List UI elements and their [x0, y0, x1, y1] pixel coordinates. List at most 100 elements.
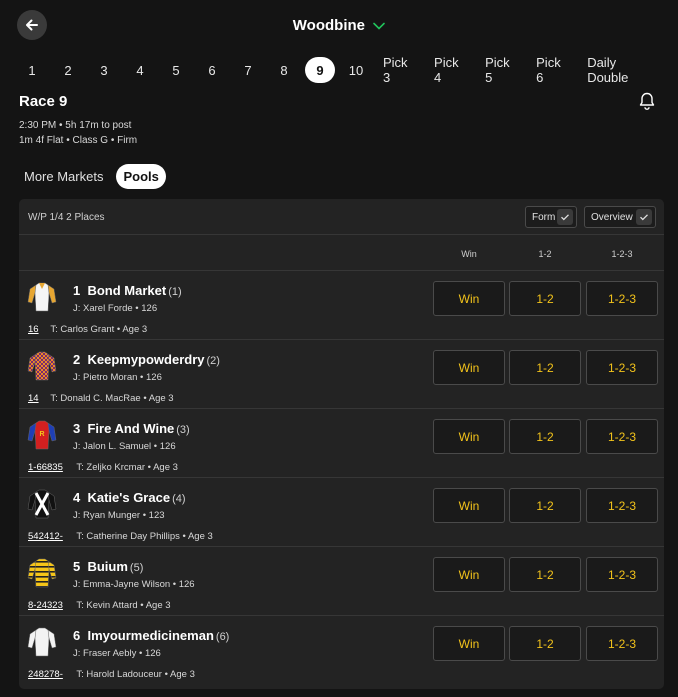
- runner-barrier: (3): [176, 424, 190, 436]
- runner-row: 6 Imyourmedicineman (6) J: Fraser Aebly • …: [19, 616, 664, 685]
- jockey-info: J: Jalon L. Samuel • 126: [73, 441, 176, 452]
- jockey-info: J: Xarel Forde • 126: [73, 303, 158, 314]
- runner-name[interactable]: 5 Buium (5): [73, 559, 143, 574]
- bet-win-button[interactable]: Win: [433, 281, 505, 316]
- silk-icon: [27, 556, 57, 588]
- runner-row: R3 Fire And Wine (3) J: Jalon L. Samuel • …: [19, 409, 664, 478]
- jockey-info: J: Emma-Jayne Wilson • 126: [73, 579, 195, 590]
- panel-toolbar: W/P 1/4 2 Places Form Overview: [19, 199, 664, 235]
- race-tab[interactable]: 7: [233, 57, 263, 83]
- runner-horse: Katie's Grace: [87, 490, 171, 505]
- race-details: 1m 4f Flat • Class G • Firm: [19, 135, 138, 146]
- pool-label: W/P 1/4 2 Places: [28, 212, 105, 223]
- race-tab[interactable]: Pick 5: [479, 55, 524, 85]
- bet-exacta-button[interactable]: 1-2: [509, 281, 581, 316]
- trainer-info: T: Donald C. MacRae • Age 3: [50, 393, 174, 404]
- tab-pools[interactable]: Pools: [116, 164, 166, 189]
- bet-exacta-button[interactable]: 1-2: [509, 626, 581, 661]
- silk-icon: R: [27, 418, 57, 450]
- bet-exacta-button[interactable]: 1-2: [509, 557, 581, 592]
- trainer-info: T: Zeljko Krcmar • Age 3: [76, 462, 178, 473]
- bet-trifecta-button[interactable]: 1-2-3: [586, 419, 658, 454]
- column-headers: Win 1-2 1-2-3: [19, 235, 664, 271]
- runner-number: 5: [73, 559, 81, 574]
- race-tab[interactable]: 9: [305, 57, 335, 83]
- runner-horse: Fire And Wine: [87, 421, 175, 436]
- jockey-info: J: Pietro Moran • 126: [73, 372, 162, 383]
- bet-win-button[interactable]: Win: [433, 557, 505, 592]
- form-link[interactable]: 14: [28, 393, 39, 404]
- bet-trifecta-button[interactable]: 1-2-3: [586, 557, 658, 592]
- race-tab[interactable]: Daily Double: [581, 55, 662, 85]
- form-link[interactable]: 1-66835: [28, 462, 63, 473]
- bet-win-button[interactable]: Win: [433, 419, 505, 454]
- overview-toggle-label: Overview: [591, 211, 633, 223]
- runner-row: 1 Bond Market (1) J: Xarel Forde • 126 16 T:…: [19, 271, 664, 340]
- trainer-info: T: Catherine Day Phillips • Age 3: [76, 531, 213, 542]
- race-tab[interactable]: 6: [197, 57, 227, 83]
- race-tab[interactable]: 3: [89, 57, 119, 83]
- runner-name[interactable]: 4 Katie's Grace (4): [73, 490, 186, 505]
- form-link[interactable]: 8-24323: [28, 600, 63, 611]
- runner-number: 4: [73, 490, 81, 505]
- runner-row: 2 Keepmypowderdry (2) J: Pietro Moran • 12…: [19, 340, 664, 409]
- bet-win-button[interactable]: Win: [433, 626, 505, 661]
- form-toggle-label: Form: [532, 211, 556, 223]
- bet-trifecta-button[interactable]: 1-2-3: [586, 488, 658, 523]
- trainer-info: T: Kevin Attard • Age 3: [76, 600, 171, 611]
- race-tab[interactable]: Pick 4: [428, 55, 473, 85]
- runner-list: 1 Bond Market (1) J: Xarel Forde • 126 16 T:…: [19, 271, 664, 685]
- race-tab[interactable]: 10: [341, 57, 371, 83]
- bet-exacta-button[interactable]: 1-2: [509, 488, 581, 523]
- form-toggle[interactable]: Form: [525, 206, 577, 228]
- runner-horse: Buium: [87, 559, 128, 574]
- bet-exacta-button[interactable]: 1-2: [509, 419, 581, 454]
- header: Woodbine: [0, 10, 678, 44]
- bet-win-button[interactable]: Win: [433, 488, 505, 523]
- jockey-info: J: Ryan Munger • 123: [73, 510, 165, 521]
- bet-trifecta-button[interactable]: 1-2-3: [586, 626, 658, 661]
- col-win: Win: [461, 249, 477, 259]
- col-trifecta: 1-2-3: [611, 249, 633, 259]
- silk-icon: [27, 625, 57, 657]
- runner-name[interactable]: 3 Fire And Wine (3): [73, 421, 190, 436]
- runner-number: 2: [73, 352, 81, 367]
- race-tab[interactable]: Pick 6: [530, 55, 575, 85]
- race-tab[interactable]: 4: [125, 57, 155, 83]
- runner-barrier: (6): [215, 631, 230, 643]
- bell-icon[interactable]: [637, 91, 657, 111]
- form-link[interactable]: 248278-: [28, 669, 63, 680]
- venue-name: Woodbine: [292, 17, 366, 34]
- form-link[interactable]: 542412-: [28, 531, 63, 542]
- bet-exacta-button[interactable]: 1-2: [509, 350, 581, 385]
- runner-horse: Keepmypowderdry: [87, 352, 205, 367]
- race-tab[interactable]: 2: [53, 57, 83, 83]
- runner-name[interactable]: 6 Imyourmedicineman (6): [73, 628, 229, 643]
- race-tab[interactable]: 8: [269, 57, 299, 83]
- runner-number: 3: [73, 421, 81, 436]
- tab-more-markets[interactable]: More Markets: [19, 165, 108, 188]
- silk-icon: [27, 349, 57, 381]
- runner-number: 1: [73, 283, 81, 298]
- bet-trifecta-button[interactable]: 1-2-3: [586, 281, 658, 316]
- form-link[interactable]: 16: [28, 324, 39, 335]
- race-tab[interactable]: Pick 3: [377, 55, 422, 85]
- bet-trifecta-button[interactable]: 1-2-3: [586, 350, 658, 385]
- jockey-info: J: Fraser Aebly • 126: [73, 648, 161, 659]
- runner-barrier: (4): [172, 493, 186, 505]
- venue-selector[interactable]: Woodbine: [0, 17, 678, 34]
- race-tabs: 1 2 3 4 5 6 7 8 9 10 Pick 3 Pick 4 Pick 5 Pick 6 Daily…: [17, 55, 668, 85]
- trainer-info: T: Carlos Grant • Age 3: [50, 324, 148, 335]
- runner-barrier: (1): [168, 286, 182, 298]
- race-tab[interactable]: 1: [17, 57, 47, 83]
- runner-number: 6: [73, 628, 81, 643]
- bet-win-button[interactable]: Win: [433, 350, 505, 385]
- overview-toggle[interactable]: Overview: [584, 206, 656, 228]
- runner-horse: Bond Market: [87, 283, 167, 298]
- race-tab[interactable]: 5: [161, 57, 191, 83]
- runner-barrier: (2): [206, 355, 220, 367]
- runner-name[interactable]: 1 Bond Market (1): [73, 283, 182, 298]
- runner-name[interactable]: 2 Keepmypowderdry (2): [73, 352, 220, 367]
- runner-barrier: (5): [129, 562, 144, 574]
- runner-row: 5 Buium (5) J: Emma-Jayne Wilson • 126 8-24…: [19, 547, 664, 616]
